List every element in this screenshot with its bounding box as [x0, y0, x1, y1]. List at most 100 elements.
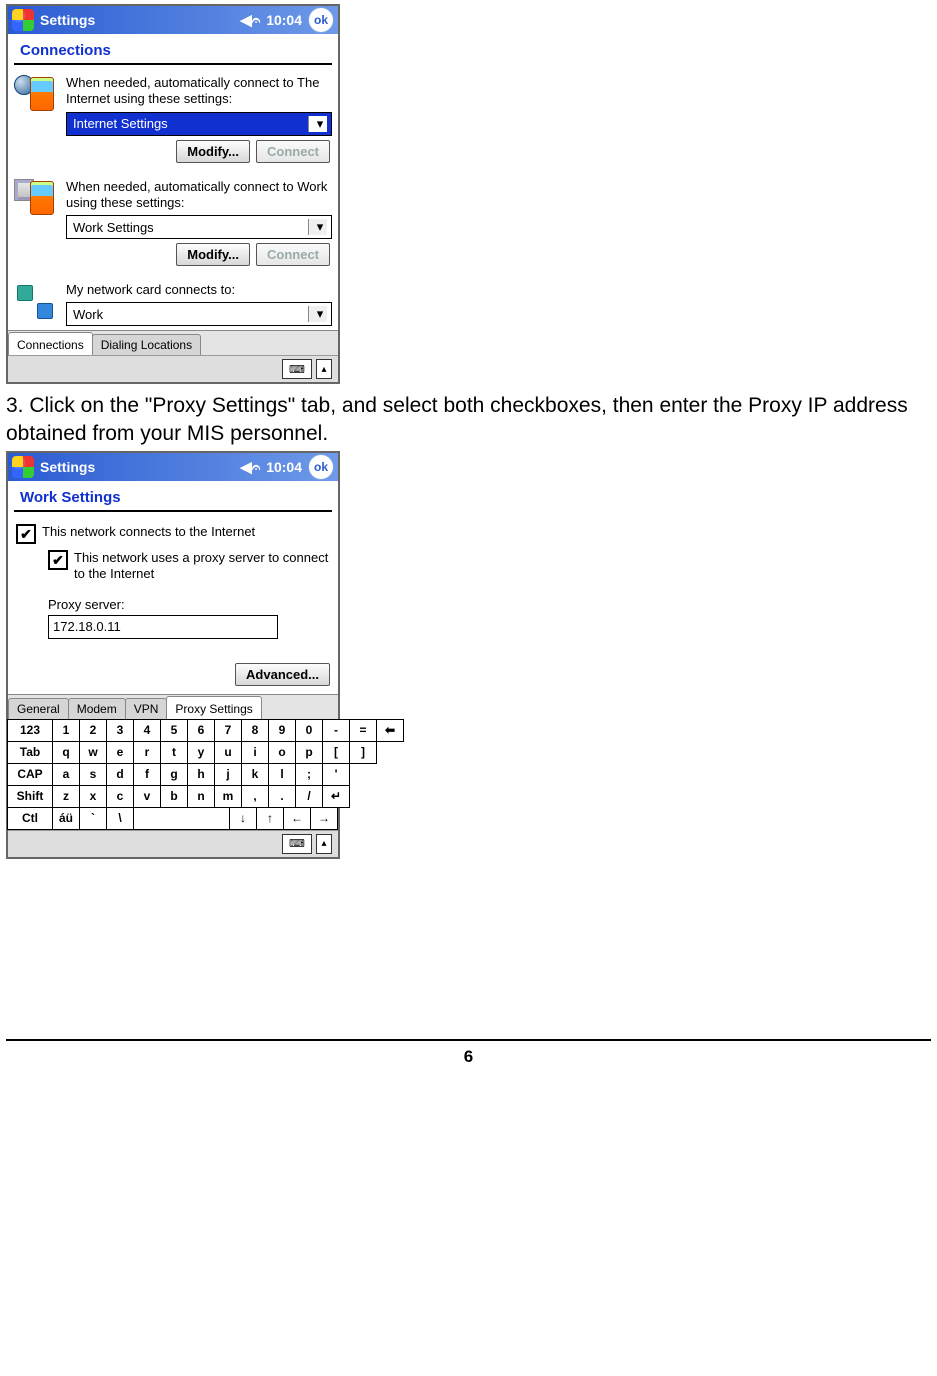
- key-s[interactable]: s: [79, 763, 107, 786]
- start-logo-icon[interactable]: [12, 9, 34, 31]
- key-7[interactable]: 7: [214, 719, 242, 742]
- key-↵[interactable]: ↵: [322, 785, 350, 808]
- key-y[interactable]: y: [187, 741, 215, 764]
- key--[interactable]: -: [322, 719, 350, 742]
- key-↑[interactable]: ↑: [256, 807, 284, 830]
- key-w[interactable]: w: [79, 741, 107, 764]
- key-`[interactable]: `: [79, 807, 107, 830]
- chevron-down-icon: ▾: [308, 116, 327, 132]
- key-→[interactable]: →: [310, 807, 338, 830]
- titlebar: Settings ◀𝄐 10:04 ok: [8, 6, 338, 34]
- volume-icon[interactable]: ◀𝄐: [240, 11, 260, 29]
- key-[[interactable]: [: [322, 741, 350, 764]
- key-=[interactable]: =: [349, 719, 377, 742]
- nic-dropdown[interactable]: Work ▾: [66, 302, 332, 326]
- work-modify-button[interactable]: Modify...: [176, 243, 250, 266]
- ok-button[interactable]: ok: [308, 7, 334, 33]
- key-x[interactable]: x: [79, 785, 107, 808]
- key-Shift[interactable]: Shift: [7, 785, 53, 808]
- key-⬅[interactable]: ⬅: [376, 719, 404, 742]
- key-5[interactable]: 5: [160, 719, 188, 742]
- key-'[interactable]: ': [322, 763, 350, 786]
- key-8[interactable]: 8: [241, 719, 269, 742]
- key-9[interactable]: 9: [268, 719, 296, 742]
- key-r[interactable]: r: [133, 741, 161, 764]
- tab-proxy-settings[interactable]: Proxy Settings: [166, 696, 261, 719]
- key-o[interactable]: o: [268, 741, 296, 764]
- key-;[interactable]: ;: [295, 763, 323, 786]
- tab-connections[interactable]: Connections: [8, 332, 93, 355]
- key-2[interactable]: 2: [79, 719, 107, 742]
- key-Ctl[interactable]: Ctl: [7, 807, 53, 830]
- uses-proxy-row: ✔ This network uses a proxy server to co…: [8, 544, 338, 587]
- start-logo-icon[interactable]: [12, 456, 34, 478]
- key-d[interactable]: d: [106, 763, 134, 786]
- key-z[interactable]: z: [52, 785, 80, 808]
- key-i[interactable]: i: [241, 741, 269, 764]
- key-↓[interactable]: ↓: [229, 807, 257, 830]
- key-,[interactable]: ,: [241, 785, 269, 808]
- key-6[interactable]: 6: [187, 719, 215, 742]
- tab-general[interactable]: General: [8, 698, 69, 719]
- key-.[interactable]: .: [268, 785, 296, 808]
- internet-settings-dropdown[interactable]: Internet Settings ▾: [66, 112, 332, 136]
- key-space[interactable]: [133, 807, 230, 830]
- key-v[interactable]: v: [133, 785, 161, 808]
- proxy-field-block: Proxy server:: [8, 587, 338, 645]
- internet-icon: [14, 75, 56, 115]
- tab-dialing-locations[interactable]: Dialing Locations: [92, 334, 201, 355]
- key-Tab[interactable]: Tab: [7, 741, 53, 764]
- key-áü[interactable]: áü: [52, 807, 80, 830]
- volume-icon[interactable]: ◀𝄐: [240, 458, 260, 476]
- sip-up-icon[interactable]: ▴: [316, 834, 332, 854]
- key-/[interactable]: /: [295, 785, 323, 808]
- key-q[interactable]: q: [52, 741, 80, 764]
- key-p[interactable]: p: [295, 741, 323, 764]
- key-123[interactable]: 123: [7, 719, 53, 742]
- keyboard-row-5: Ctláü`\ ↓↑←→: [8, 808, 338, 830]
- chevron-down-icon: ▾: [308, 219, 327, 235]
- uses-proxy-checkbox[interactable]: ✔: [48, 550, 68, 570]
- key-h[interactable]: h: [187, 763, 215, 786]
- key-j[interactable]: j: [214, 763, 242, 786]
- key-m[interactable]: m: [214, 785, 242, 808]
- key-c[interactable]: c: [106, 785, 134, 808]
- key-b[interactable]: b: [160, 785, 188, 808]
- key-0[interactable]: 0: [295, 719, 323, 742]
- key-l[interactable]: l: [268, 763, 296, 786]
- page-heading: Connections: [8, 34, 338, 63]
- proxy-settings-screenshot: Settings ◀𝄐 10:04 ok Work Settings ✔ Thi…: [6, 451, 340, 859]
- key-CAP[interactable]: CAP: [7, 763, 53, 786]
- key-g[interactable]: g: [160, 763, 188, 786]
- key-e[interactable]: e: [106, 741, 134, 764]
- work-settings-dropdown[interactable]: Work Settings ▾: [66, 215, 332, 239]
- key-1[interactable]: 1: [52, 719, 80, 742]
- sip-up-icon[interactable]: ▴: [316, 359, 332, 379]
- key-\[interactable]: \: [106, 807, 134, 830]
- on-screen-keyboard[interactable]: 1231234567890-=⬅ Tabqwertyuiop[] CAPasdf…: [8, 719, 338, 830]
- key-f[interactable]: f: [133, 763, 161, 786]
- nic-label: My network card connects to:: [66, 282, 332, 298]
- tab-modem[interactable]: Modem: [68, 698, 126, 719]
- advanced-button[interactable]: Advanced...: [235, 663, 330, 686]
- key-u[interactable]: u: [214, 741, 242, 764]
- key-][interactable]: ]: [349, 741, 377, 764]
- divider: [14, 510, 332, 512]
- key-n[interactable]: n: [187, 785, 215, 808]
- key-←[interactable]: ←: [283, 807, 311, 830]
- key-3[interactable]: 3: [106, 719, 134, 742]
- key-a[interactable]: a: [52, 763, 80, 786]
- work-dropdown-value: Work Settings: [73, 220, 154, 235]
- key-k[interactable]: k: [241, 763, 269, 786]
- internet-modify-button[interactable]: Modify...: [176, 140, 250, 163]
- connects-internet-label: This network connects to the Internet: [42, 524, 255, 540]
- tab-vpn[interactable]: VPN: [125, 698, 168, 719]
- proxy-server-input[interactable]: [48, 615, 278, 639]
- key-t[interactable]: t: [160, 741, 188, 764]
- ok-button[interactable]: ok: [308, 454, 334, 480]
- keyboard-row-2: Tabqwertyuiop[]: [8, 742, 338, 764]
- keyboard-icon[interactable]: ⌨: [282, 834, 312, 854]
- key-4[interactable]: 4: [133, 719, 161, 742]
- keyboard-icon[interactable]: ⌨: [282, 359, 312, 379]
- connects-internet-checkbox[interactable]: ✔: [16, 524, 36, 544]
